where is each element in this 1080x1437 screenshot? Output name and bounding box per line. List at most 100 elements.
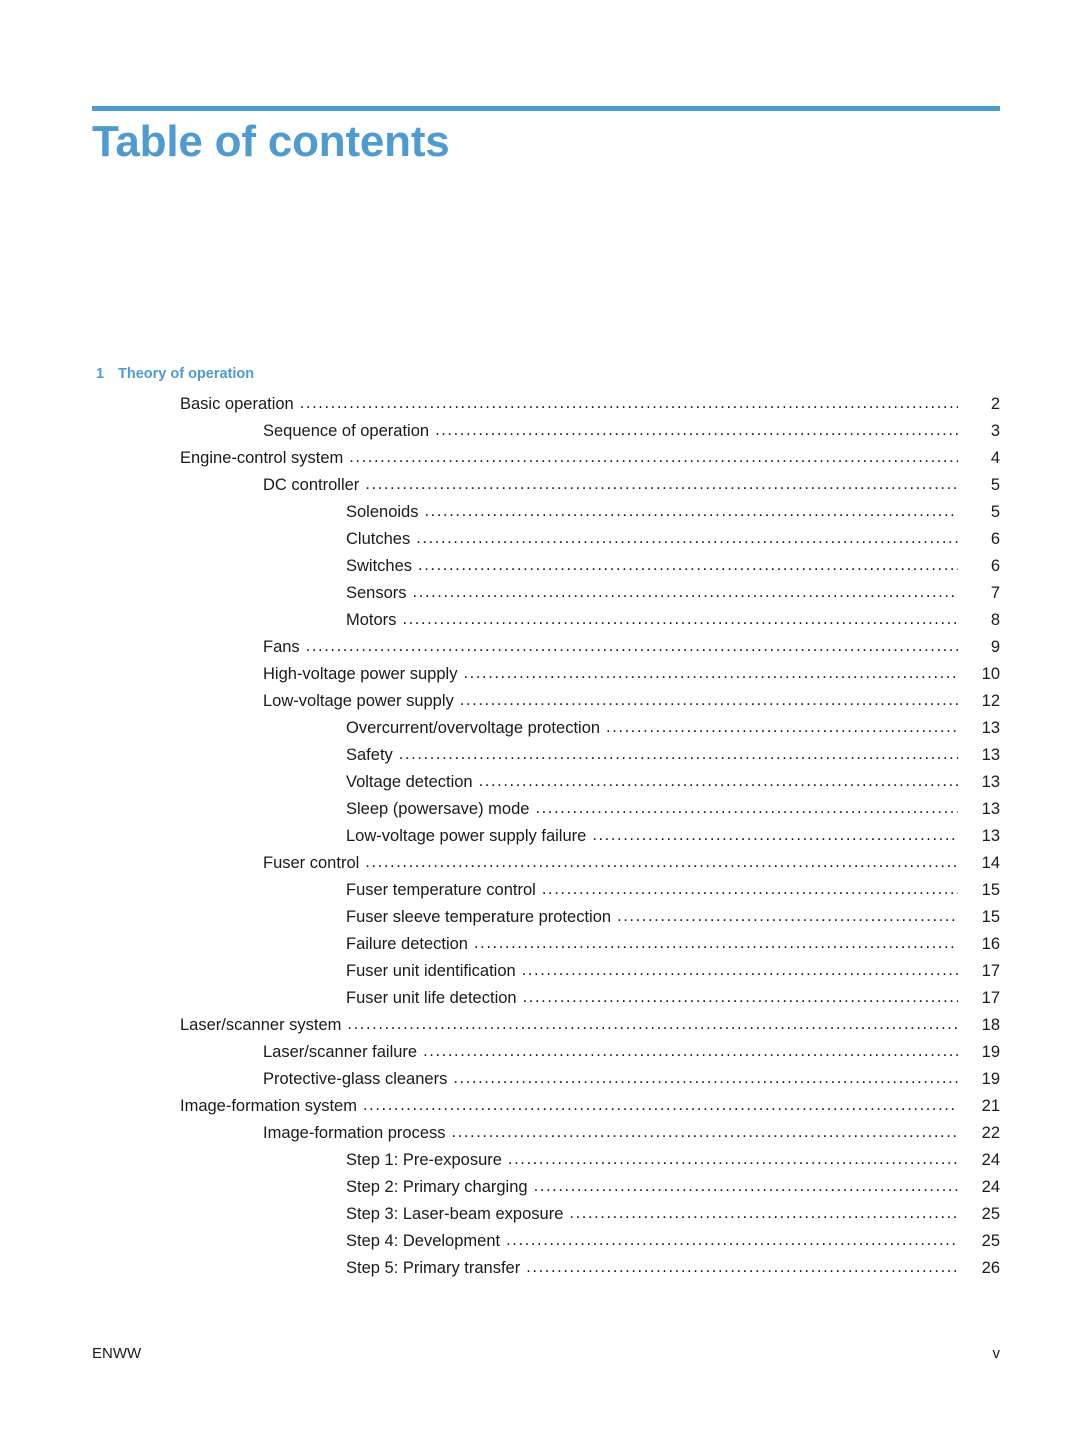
chapter-title: Theory of operation	[118, 366, 255, 382]
toc-leader-dots: ........................................…	[521, 961, 958, 979]
toc-leader-dots: ........................................…	[418, 556, 958, 574]
toc-entry[interactable]: Solenoids...............................…	[0, 502, 1080, 530]
toc-entry[interactable]: Fuser unit life detection...............…	[0, 988, 1080, 1016]
toc-entry[interactable]: Laser/scanner system....................…	[0, 1015, 1080, 1043]
toc-entry[interactable]: Sequence of operation...................…	[0, 421, 1080, 449]
toc-entry[interactable]: Step 5: Primary transfer................…	[0, 1258, 1080, 1286]
toc-leader-dots: ........................................…	[424, 502, 958, 520]
toc-entry-page-number: 12	[981, 692, 1000, 710]
toc-entry-label: Step 1: Pre-exposure	[346, 1151, 502, 1169]
toc-leader-dots: ........................................…	[423, 1042, 958, 1060]
toc-entry[interactable]: Image-formation process.................…	[0, 1123, 1080, 1151]
toc-entry[interactable]: Low-voltage power supply................…	[0, 691, 1080, 719]
toc-entry[interactable]: Safety..................................…	[0, 745, 1080, 773]
toc-leader-dots: ........................................…	[416, 529, 958, 547]
document-page: Table of contents 1 Theory of operation …	[0, 0, 1080, 1437]
toc-entry-page-number: 6	[990, 557, 1000, 575]
toc-entry[interactable]: Basic operation.........................…	[0, 394, 1080, 422]
toc-entry-page-number: 3	[990, 422, 1000, 440]
toc-entry-label: Failure detection	[346, 935, 468, 953]
toc-leader-dots: ........................................…	[451, 1123, 959, 1141]
toc-leader-dots: ........................................…	[617, 907, 958, 925]
toc-entry-page-number: 17	[981, 989, 1000, 1007]
toc-leader-dots: ........................................…	[606, 718, 958, 736]
toc-entry-label: Low-voltage power supply	[263, 692, 454, 710]
toc-leader-dots: ........................................…	[459, 691, 958, 709]
toc-entry-label: Step 5: Primary transfer	[346, 1259, 521, 1277]
toc-entry-label: DC controller	[263, 476, 360, 494]
toc-entry-page-number: 5	[990, 476, 1000, 494]
toc-entry[interactable]: Sensors.................................…	[0, 583, 1080, 611]
toc-entry[interactable]: High-voltage power supply...............…	[0, 664, 1080, 692]
toc-entry[interactable]: Fuser unit identification...............…	[0, 961, 1080, 989]
toc-entry-page-number: 13	[981, 746, 1000, 764]
toc-entry-page-number: 15	[981, 908, 1000, 926]
toc-entry[interactable]: Switches................................…	[0, 556, 1080, 584]
toc-leader-dots: ........................................…	[507, 1150, 958, 1168]
toc-leader-dots: ........................................…	[463, 664, 958, 682]
toc-entry[interactable]: Fuser temperature control...............…	[0, 880, 1080, 908]
toc-entry[interactable]: Step 1: Pre-exposure....................…	[0, 1150, 1080, 1178]
toc-leader-dots: ........................................…	[398, 745, 958, 763]
toc-entry-label: Fuser sleeve temperature protection	[346, 908, 612, 926]
toc-entry-label: Voltage detection	[346, 773, 473, 791]
toc-entry-label: Laser/scanner failure	[263, 1043, 418, 1061]
chapter-heading[interactable]: 1 Theory of operation	[0, 366, 1080, 382]
toc-entry[interactable]: DC controller...........................…	[0, 475, 1080, 503]
toc-leader-dots: ........................................…	[522, 988, 958, 1006]
toc-entry-page-number: 5	[990, 503, 1000, 521]
toc-entry-page-number: 4	[990, 449, 1000, 467]
toc-entry[interactable]: Overcurrent/overvoltage protection......…	[0, 718, 1080, 746]
toc-entry[interactable]: Engine-control system...................…	[0, 448, 1080, 476]
toc-entry-page-number: 13	[981, 773, 1000, 791]
toc-entry[interactable]: Clutches................................…	[0, 529, 1080, 557]
toc-entry[interactable]: Laser/scanner failure...................…	[0, 1042, 1080, 1070]
toc-entry-label: Sensors	[346, 584, 407, 602]
toc-entry-page-number: 13	[981, 800, 1000, 818]
toc-entry[interactable]: Low-voltage power supply failure........…	[0, 826, 1080, 854]
toc-entry-label: Sleep (powersave) mode	[346, 800, 530, 818]
toc-entry[interactable]: Failure detection.......................…	[0, 934, 1080, 962]
toc-entry-page-number: 17	[981, 962, 1000, 980]
toc-entry-label: Fuser temperature control	[346, 881, 536, 899]
toc-entry[interactable]: Sleep (powersave) mode..................…	[0, 799, 1080, 827]
toc-entry-page-number: 8	[990, 611, 1000, 629]
toc-entry-label: Laser/scanner system	[180, 1016, 342, 1034]
toc-entry-label: Overcurrent/overvoltage protection	[346, 719, 601, 737]
chapter-number: 1	[96, 366, 105, 382]
toc-entry-page-number: 9	[990, 638, 1000, 656]
toc-entry[interactable]: Protective-glass cleaners...............…	[0, 1069, 1080, 1097]
toc-leader-dots: ........................................…	[402, 610, 958, 628]
toc-entry-page-number: 19	[981, 1070, 1000, 1088]
toc-leader-dots: ........................................…	[365, 475, 958, 493]
toc-leader-dots: ........................................…	[506, 1231, 958, 1249]
toc-entry[interactable]: Fuser sleeve temperature protection.....…	[0, 907, 1080, 935]
toc-entry[interactable]: Motors..................................…	[0, 610, 1080, 638]
toc-leader-dots: ........................................…	[349, 448, 958, 466]
toc-entry-page-number: 24	[981, 1178, 1000, 1196]
toc-entry-label: Solenoids	[346, 503, 419, 521]
toc-leader-dots: ........................................…	[453, 1069, 958, 1087]
toc-entry[interactable]: Image-formation system..................…	[0, 1096, 1080, 1124]
toc-leader-dots: ........................................…	[541, 880, 958, 898]
toc-entry-page-number: 21	[981, 1097, 1000, 1115]
toc-leader-dots: ........................................…	[535, 799, 958, 817]
toc-entry-label: Step 4: Development	[346, 1232, 501, 1250]
toc-entry-page-number: 22	[981, 1124, 1000, 1142]
toc-entry[interactable]: Fuser control...........................…	[0, 853, 1080, 881]
toc-entry-label: Image-formation process	[263, 1124, 446, 1142]
toc-leader-dots: ........................................…	[474, 934, 958, 952]
toc-entry-page-number: 7	[990, 584, 1000, 602]
toc-entry[interactable]: Step 2: Primary charging................…	[0, 1177, 1080, 1205]
toc-entry-label: Step 3: Laser-beam exposure	[346, 1205, 564, 1223]
toc-entry-label: Image-formation system	[180, 1097, 357, 1115]
toc-entry[interactable]: Voltage detection.......................…	[0, 772, 1080, 800]
toc-leader-dots: ........................................…	[299, 394, 958, 412]
toc-entry-label: Fuser unit life detection	[346, 989, 517, 1007]
toc-entry[interactable]: Step 4: Development.....................…	[0, 1231, 1080, 1259]
toc-entry-page-number: 24	[981, 1151, 1000, 1169]
toc-entry[interactable]: Step 3: Laser-beam exposure.............…	[0, 1204, 1080, 1232]
table-of-contents: 1 Theory of operation Basic operation...…	[0, 366, 1080, 1286]
toc-entry-page-number: 2	[990, 395, 1000, 413]
toc-entry[interactable]: Fans....................................…	[0, 637, 1080, 665]
